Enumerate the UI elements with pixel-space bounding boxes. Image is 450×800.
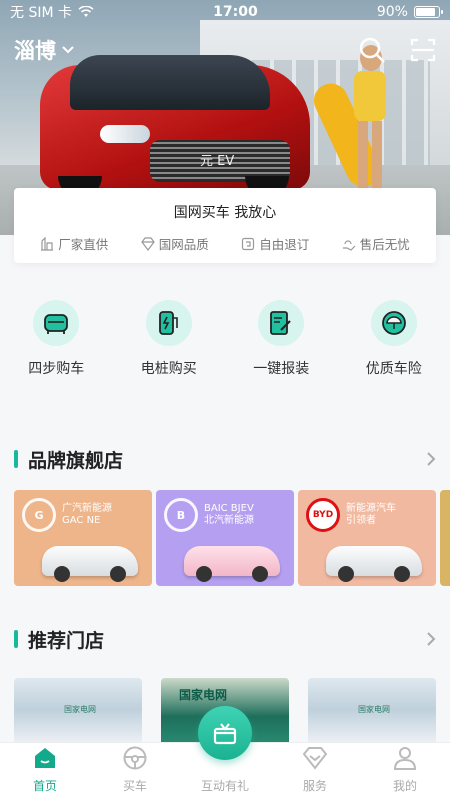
city-selector[interactable]: 淄博: [14, 35, 74, 65]
store-sign: 国家电网: [64, 705, 96, 714]
store-card[interactable]: 国家电网: [14, 678, 142, 748]
banner-car-image: 元 EV: [40, 55, 310, 198]
chevron-right-icon[interactable]: [426, 451, 436, 467]
scan-icon[interactable]: [410, 37, 436, 63]
charging-pile-icon: [145, 300, 192, 346]
edit-form-icon: [258, 300, 305, 346]
store-card[interactable]: 国家电网: [308, 678, 436, 748]
brand-card-baic[interactable]: B BAIC BJEV 北汽新能源: [156, 490, 294, 586]
store-sign: 国家电网: [179, 688, 228, 702]
section-accent-bar: [14, 450, 18, 468]
feature-free-cancel: 自由退订: [241, 234, 309, 253]
factory-icon: [41, 236, 54, 251]
car-image: [184, 546, 280, 582]
brand-section-header[interactable]: 品牌旗舰店: [14, 447, 436, 472]
gift-icon: [213, 723, 237, 745]
service-one-click-install[interactable]: 一键报装: [225, 300, 338, 390]
wifi-icon: [78, 6, 94, 17]
umbrella-icon: [370, 300, 417, 346]
city-name: 淄博: [14, 39, 56, 63]
search-icon[interactable]: [358, 36, 386, 64]
gift-center-button[interactable]: [198, 706, 252, 760]
service-hand-icon: [342, 239, 356, 251]
battery-percent: 90%: [376, 4, 408, 20]
service-charging-pile[interactable]: 电桩购买: [113, 300, 226, 390]
status-time: 17:00: [213, 4, 258, 20]
promise-title: 国网买车 我放心: [173, 205, 277, 221]
chevron-right-icon[interactable]: [426, 631, 436, 647]
service-car-insurance[interactable]: 优质车险: [338, 300, 450, 390]
return-icon: [242, 237, 255, 250]
brand-logo: BYD: [306, 498, 340, 532]
feature-factory-direct: 厂家直供: [40, 234, 108, 253]
car-front-icon: [33, 300, 80, 346]
store-section-header[interactable]: 推荐门店: [14, 627, 436, 652]
status-bar: 无 SIM 卡 17:00 90%: [0, 0, 450, 24]
top-bar: 淄博: [0, 28, 450, 72]
steering-wheel-icon: [123, 746, 147, 770]
brand-logo: B: [164, 498, 198, 532]
brand-carousel[interactable]: G 广汽新能源 GAC NE B BAIC BJEV 北汽新能源 BYD 新能源…: [14, 490, 450, 586]
brand-section-title: 品牌旗舰店: [28, 449, 124, 472]
tab-mine[interactable]: 我的: [360, 743, 450, 800]
service-grid: 四步购车 电桩购买 一键报装 优质车险: [0, 300, 450, 390]
section-accent-bar: [14, 630, 18, 648]
chevron-down-icon: [62, 46, 74, 54]
brand-card-byd[interactable]: BYD 新能源汽车 引领者: [298, 490, 436, 586]
brand-card-gac[interactable]: G 广汽新能源 GAC NE: [14, 490, 152, 586]
diamond-icon: [140, 236, 155, 251]
battery-icon: [413, 6, 443, 18]
feature-quality: 国网品质: [140, 234, 209, 253]
store-sign: 国家电网: [358, 705, 390, 714]
feature-after-sales: 售后无忧: [342, 234, 410, 253]
tab-service[interactable]: 服务: [270, 743, 360, 800]
user-icon: [393, 747, 417, 770]
brand-logo: G: [22, 498, 56, 532]
promise-card: 国网买车 我放心 厂家直供 国网品质 自由退订 售后无忧: [14, 188, 436, 263]
tab-home[interactable]: 首页: [0, 743, 90, 800]
car-image: [326, 546, 422, 582]
carrier-text: 无 SIM 卡: [10, 5, 72, 21]
home-icon: [35, 748, 55, 768]
store-section-title: 推荐门店: [28, 629, 105, 652]
brand-card-partial[interactable]: [440, 490, 450, 586]
tab-buy-car[interactable]: 买车: [90, 743, 180, 800]
car-image: [42, 546, 138, 582]
service-four-step-buy[interactable]: 四步购车: [0, 300, 113, 390]
diamond-icon: [302, 747, 328, 770]
